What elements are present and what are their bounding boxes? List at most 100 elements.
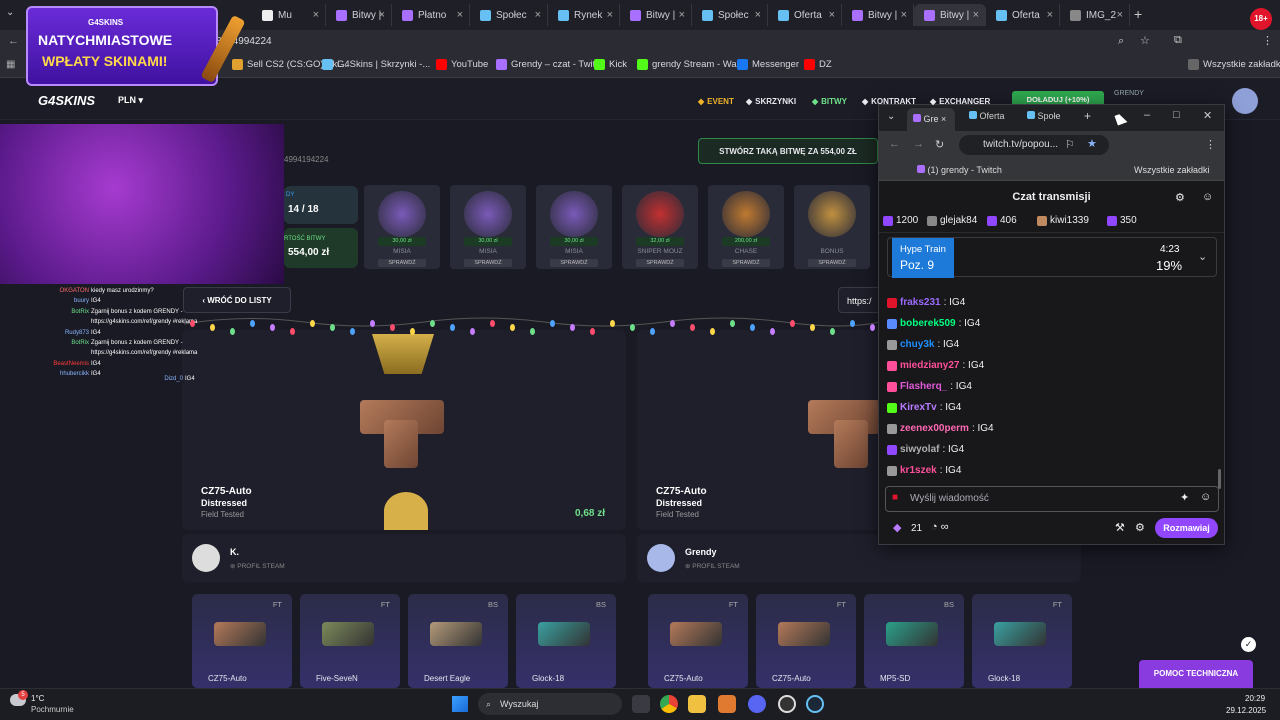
- tab-close-icon[interactable]: ×: [379, 9, 385, 21]
- chat-message[interactable]: Flasherq_: IG4: [887, 381, 972, 392]
- popup-star-icon[interactable]: ★: [1087, 137, 1097, 150]
- skin-card[interactable]: FT CZ75-Auto: [648, 594, 748, 688]
- extensions-icon[interactable]: ⧉: [1174, 34, 1182, 47]
- nav-item[interactable]: ◆ EVENT: [698, 97, 734, 106]
- zoom-icon[interactable]: ⌕: [1118, 35, 1124, 48]
- help-button[interactable]: POMOC TECHNICZNA: [1139, 660, 1253, 688]
- browser-tab[interactable]: Oferta ×: [768, 4, 842, 26]
- menu-icon[interactable]: ⋮: [1262, 34, 1273, 47]
- case-check-button[interactable]: SPRAWDŹ: [636, 259, 684, 267]
- emote-picker-icon[interactable]: ☺: [1200, 491, 1211, 503]
- chat-message[interactable]: miedziany27: IG4: [887, 360, 984, 371]
- nav-item[interactable]: ◆ SKRZYNKI: [746, 97, 796, 106]
- chat-username[interactable]: fraks231: [900, 297, 941, 308]
- tab-list-button[interactable]: ⌄: [6, 7, 22, 23]
- steam-taskbar-icon[interactable]: [806, 695, 824, 713]
- popup-menu-icon[interactable]: ⋮: [1205, 138, 1216, 151]
- discord-icon[interactable]: [748, 695, 766, 713]
- steam-profile-left[interactable]: ⊛ PROFIL STEAM: [230, 562, 285, 570]
- chat-settings-icon[interactable]: ⚙: [1175, 191, 1185, 204]
- browser-tab[interactable]: Mu ×: [252, 4, 326, 26]
- case-check-button[interactable]: SPRAWDŹ: [550, 259, 598, 267]
- chrome-icon[interactable]: [660, 695, 678, 713]
- tab-close-icon[interactable]: ×: [755, 9, 761, 21]
- tab-close-icon[interactable]: ×: [1117, 9, 1123, 21]
- bookmark-item[interactable]: G4Skins | Skrzynki -...: [322, 59, 430, 70]
- popup-reload-icon[interactable]: ↻: [935, 138, 944, 151]
- chat-username[interactable]: siwyolaf: [900, 444, 939, 455]
- chat-username[interactable]: boberek509: [900, 318, 956, 329]
- chat-input[interactable]: ■ Wyślij wiadomość ✦ ☺: [885, 486, 1219, 512]
- chat-message[interactable]: kr1szek: IG4: [887, 465, 961, 476]
- tab-close-icon[interactable]: ×: [535, 9, 541, 21]
- chat-message[interactable]: KirexTv: IG4: [887, 402, 961, 413]
- battle-case[interactable]: 30,00 zł MISIA SPRAWDŹ: [536, 185, 612, 269]
- skin-card[interactable]: FT Five-SeveN: [300, 594, 400, 688]
- new-tab-button[interactable]: +: [1134, 6, 1142, 22]
- taskbar-search[interactable]: ⌕ Wyszukaj: [478, 693, 622, 715]
- popup-all-bookmarks[interactable]: Wszystkie zakładki: [1134, 165, 1210, 175]
- task-view-icon[interactable]: [632, 695, 650, 713]
- leaderboard-entry[interactable]: 1200: [883, 215, 918, 226]
- popup-back-icon[interactable]: ←: [889, 138, 900, 150]
- user-avatar[interactable]: [1232, 88, 1258, 114]
- chat-username[interactable]: kr1szek: [900, 465, 937, 476]
- case-check-button[interactable]: SPRAWDŹ: [722, 259, 770, 267]
- chat-message[interactable]: zeenex00perm: IG4: [887, 423, 994, 434]
- bits-icon[interactable]: ◆: [893, 521, 901, 534]
- popup-new-tab[interactable]: +: [1084, 109, 1091, 123]
- bookmark-item[interactable]: Kick: [594, 59, 627, 70]
- player-avatar-left[interactable]: [192, 544, 220, 572]
- browser-tab[interactable]: Społec ×: [692, 4, 768, 26]
- emote-icon[interactable]: ✦: [1180, 491, 1189, 504]
- battle-case[interactable]: 30,00 zł MISIA SPRAWDŹ: [364, 185, 440, 269]
- tab-close-icon[interactable]: ×: [829, 9, 835, 21]
- nav-item[interactable]: ◆ BITWY: [812, 97, 847, 106]
- leaderboard-entry[interactable]: 406: [987, 215, 1017, 226]
- nav-item[interactable]: ◆ KONTRAKT: [862, 97, 916, 106]
- case-check-button[interactable]: SPRAWDŹ: [808, 259, 856, 267]
- leaderboard-entry[interactable]: glejak84: [927, 215, 977, 226]
- chat-username[interactable]: KirexTv: [900, 402, 937, 413]
- skin-card[interactable]: FT Glock-18: [972, 594, 1072, 688]
- browser-tab[interactable]: Bitwy | ×: [326, 4, 392, 26]
- chat-username[interactable]: zeenex00perm: [900, 423, 969, 434]
- all-bookmarks[interactable]: Wszystkie zakładki: [1188, 59, 1280, 70]
- browser-tab[interactable]: Oferta ×: [986, 4, 1060, 26]
- chat-message[interactable]: fraks231: IG4: [887, 297, 965, 308]
- leaderboard-entry[interactable]: 350: [1107, 215, 1137, 226]
- provably-fair-link[interactable]: https:/: [838, 287, 882, 313]
- popup-tab-menu-icon[interactable]: ⌄: [887, 111, 895, 122]
- tab-close-icon[interactable]: ×: [607, 9, 613, 21]
- popup-close[interactable]: ✕: [1203, 109, 1212, 122]
- player-avatar-right[interactable]: [647, 544, 675, 572]
- player-name-right[interactable]: Grendy: [685, 547, 717, 557]
- tab-close-icon[interactable]: ×: [1047, 9, 1053, 21]
- browser-tab[interactable]: Społec ×: [470, 4, 548, 26]
- hype-train-banner[interactable]: Hype Train Poz. 9 4:23 19% ⌄: [887, 237, 1217, 278]
- chevron-down-icon[interactable]: ⌄: [1198, 250, 1207, 263]
- currency-select[interactable]: PLN ▾: [118, 95, 143, 106]
- chat-users-icon[interactable]: ☺: [1202, 191, 1213, 203]
- browser-tab[interactable]: Bitwy | ×: [620, 4, 692, 26]
- tab-close-icon[interactable]: ×: [313, 9, 319, 21]
- back-icon[interactable]: ←: [8, 35, 19, 47]
- obs-icon[interactable]: [778, 695, 796, 713]
- chat-username[interactable]: Flasherq_: [900, 381, 947, 392]
- steam-profile-right[interactable]: ⊛ PROFIL STEAM: [685, 562, 740, 570]
- bookmark-item[interactable]: DZ: [804, 59, 832, 70]
- create-battle-button[interactable]: STWÓRZ TAKĄ BITWĘ ZA 554,00 ZŁ: [698, 138, 878, 164]
- chat-username[interactable]: miedziany27: [900, 360, 959, 371]
- apps-icon[interactable]: ▦: [6, 59, 15, 70]
- site-logo[interactable]: G4SKINS: [38, 93, 95, 108]
- chat-message[interactable]: boberek509: IG4: [887, 318, 980, 329]
- battle-case[interactable]: 200,00 zł CHASE SPRAWDŹ: [708, 185, 784, 269]
- case-check-button[interactable]: SPRAWDŹ: [378, 259, 426, 267]
- tab-close-icon[interactable]: ×: [457, 9, 463, 21]
- popup-tab-2[interactable]: Oferta: [969, 111, 1005, 121]
- browser-tab[interactable]: Płatno ×: [392, 4, 470, 26]
- nav-item[interactable]: ◆ EXCHANGER: [930, 97, 990, 106]
- tab-close-icon[interactable]: ×: [901, 9, 907, 21]
- browser-tab[interactable]: IMG_2 ×: [1060, 4, 1130, 26]
- popup-tab-1[interactable]: Gre ×: [907, 108, 955, 131]
